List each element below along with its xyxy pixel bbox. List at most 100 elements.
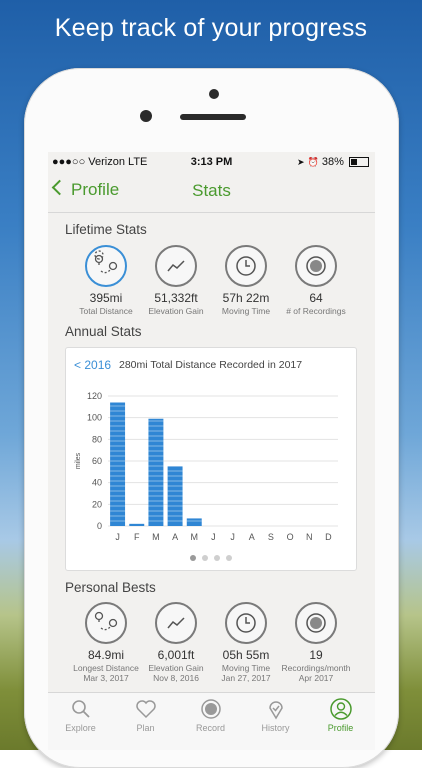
- tab-history[interactable]: History: [243, 697, 308, 733]
- y-tick-label: 60: [92, 456, 102, 466]
- y-axis-label: miles: [75, 452, 82, 469]
- battery-icon: [349, 157, 369, 168]
- stat-value: 57h 22m: [222, 291, 270, 305]
- tab-label: Record: [195, 723, 225, 733]
- annual-stats-title: Annual Stats: [65, 324, 142, 339]
- x-tick-label: M: [152, 532, 160, 542]
- stat-elevation-gain[interactable]: 51,332ft Elevation Gain: [136, 245, 216, 316]
- page-title: Stats: [192, 181, 231, 200]
- tab-profile[interactable]: Profile: [308, 697, 373, 733]
- phone-front-camera: [140, 110, 152, 122]
- page-dot[interactable]: [202, 555, 208, 561]
- stat-value: 395mi: [89, 291, 123, 305]
- x-tick-label: D: [325, 532, 332, 542]
- y-tick-label: 100: [87, 413, 102, 423]
- record-icon: [295, 245, 337, 287]
- stat-label: Elevation Gain: [148, 306, 204, 316]
- page-dot[interactable]: [226, 555, 232, 561]
- best-elevation-gain[interactable]: 6,001ft Elevation Gain Nov 8, 2016: [136, 602, 216, 683]
- tab-bar: Explore Plan Record History Profile: [48, 692, 375, 750]
- best-date: Mar 3, 2017: [83, 673, 129, 683]
- bar: [186, 518, 202, 526]
- y-tick-label: 120: [87, 391, 102, 401]
- best-label: Recordings/month: [281, 663, 351, 673]
- profile-icon: [308, 697, 373, 721]
- tab-label: History: [261, 723, 290, 733]
- annual-description: 280mi Total Distance Recorded in 2017: [119, 359, 303, 371]
- nav-bar: Profile Stats: [48, 172, 375, 213]
- best-label: Longest Distance: [73, 663, 139, 673]
- annual-bar-chart: 0 20 40 60 80 100 120 miles J F M A M J J A S O N D: [75, 391, 338, 542]
- elevation-icon: [155, 245, 197, 287]
- status-right: ➤ ⏰ 38%: [297, 156, 369, 168]
- best-date: Apr 2017: [298, 673, 334, 683]
- route-icon: [85, 602, 127, 644]
- record-icon: [295, 602, 337, 644]
- stat-total-distance[interactable]: 395mi Total Distance: [66, 245, 146, 316]
- stat-label: Moving Time: [221, 306, 271, 316]
- x-tick-label: J: [211, 532, 216, 542]
- personal-bests-title: Personal Bests: [65, 580, 156, 595]
- y-tick-label: 20: [92, 499, 102, 509]
- best-date: Jan 27, 2017: [221, 673, 271, 683]
- search-icon: [48, 697, 113, 721]
- app-screen: ●●●○○ Verizon LTE 3:13 PM ➤ ⏰ 38% Profil…: [48, 152, 375, 750]
- status-bar: ●●●○○ Verizon LTE 3:13 PM ➤ ⏰ 38%: [48, 152, 375, 172]
- bar: [148, 418, 164, 526]
- best-label: Elevation Gain: [148, 663, 204, 673]
- stat-moving-time[interactable]: 57h 22m Moving Time: [206, 245, 286, 316]
- stat-label: Total Distance: [79, 306, 133, 316]
- lifetime-stats-title: Lifetime Stats: [65, 222, 147, 237]
- stat-value: 64: [309, 291, 323, 305]
- page-dot-active[interactable]: [190, 555, 196, 561]
- best-longest-distance[interactable]: 84.9mi Longest Distance Mar 3, 2017: [66, 602, 146, 683]
- alarm-icon: ⏰: [307, 157, 319, 167]
- y-tick-label: 40: [92, 478, 102, 488]
- tab-plan[interactable]: Plan: [113, 697, 178, 733]
- annual-stats-card: < 2016 280mi Total Distance Recorded in …: [65, 347, 357, 571]
- tab-label: Explore: [65, 723, 96, 733]
- page-dot[interactable]: [214, 555, 220, 561]
- record-icon: [178, 697, 243, 721]
- phone-speaker: [180, 114, 246, 120]
- y-tick-label: 0: [97, 521, 102, 531]
- x-tick-label: S: [268, 532, 274, 542]
- headline: Keep track of your progress: [54, 14, 368, 42]
- tab-record[interactable]: Record: [178, 697, 243, 733]
- stat-value: 51,332ft: [154, 291, 198, 305]
- best-value: 84.9mi: [87, 648, 125, 662]
- best-recordings-month[interactable]: 19 Recordings/month Apr 2017: [276, 602, 356, 683]
- best-value: 05h 55m: [222, 648, 270, 662]
- phone-camera: [209, 89, 219, 99]
- location-arrow-icon: ➤: [297, 157, 305, 167]
- clock-icon: [225, 602, 267, 644]
- previous-year-link[interactable]: < 2016: [74, 358, 111, 372]
- page-dots: [66, 548, 356, 566]
- x-tick-label: F: [134, 532, 140, 542]
- x-tick-label: J: [230, 532, 235, 542]
- battery-percent: 38%: [321, 156, 344, 168]
- x-tick-label: J: [115, 532, 120, 542]
- best-label: Moving Time: [221, 663, 271, 673]
- location-icon: [243, 697, 308, 721]
- x-tick-label: O: [287, 532, 294, 542]
- elevation-icon: [155, 602, 197, 644]
- tab-explore[interactable]: Explore: [48, 697, 113, 733]
- y-tick-label: 80: [92, 434, 102, 444]
- x-tick-label: A: [172, 532, 178, 542]
- x-tick-label: A: [249, 532, 255, 542]
- best-moving-time[interactable]: 05h 55m Moving Time Jan 27, 2017: [206, 602, 286, 683]
- x-tick-label: M: [191, 532, 199, 542]
- clock-icon: [225, 245, 267, 287]
- tab-label: Profile: [327, 723, 354, 733]
- bar: [129, 523, 145, 526]
- stat-label: # of Recordings: [286, 306, 346, 316]
- best-date: Nov 8, 2016: [153, 673, 199, 683]
- tab-label: Plan: [136, 723, 155, 733]
- best-value: 6,001ft: [157, 648, 195, 662]
- stat-recordings[interactable]: 64 # of Recordings: [276, 245, 356, 316]
- x-tick-label: N: [306, 532, 313, 542]
- heart-icon: [113, 697, 178, 721]
- best-value: 19: [309, 648, 323, 662]
- route-icon: [85, 245, 127, 287]
